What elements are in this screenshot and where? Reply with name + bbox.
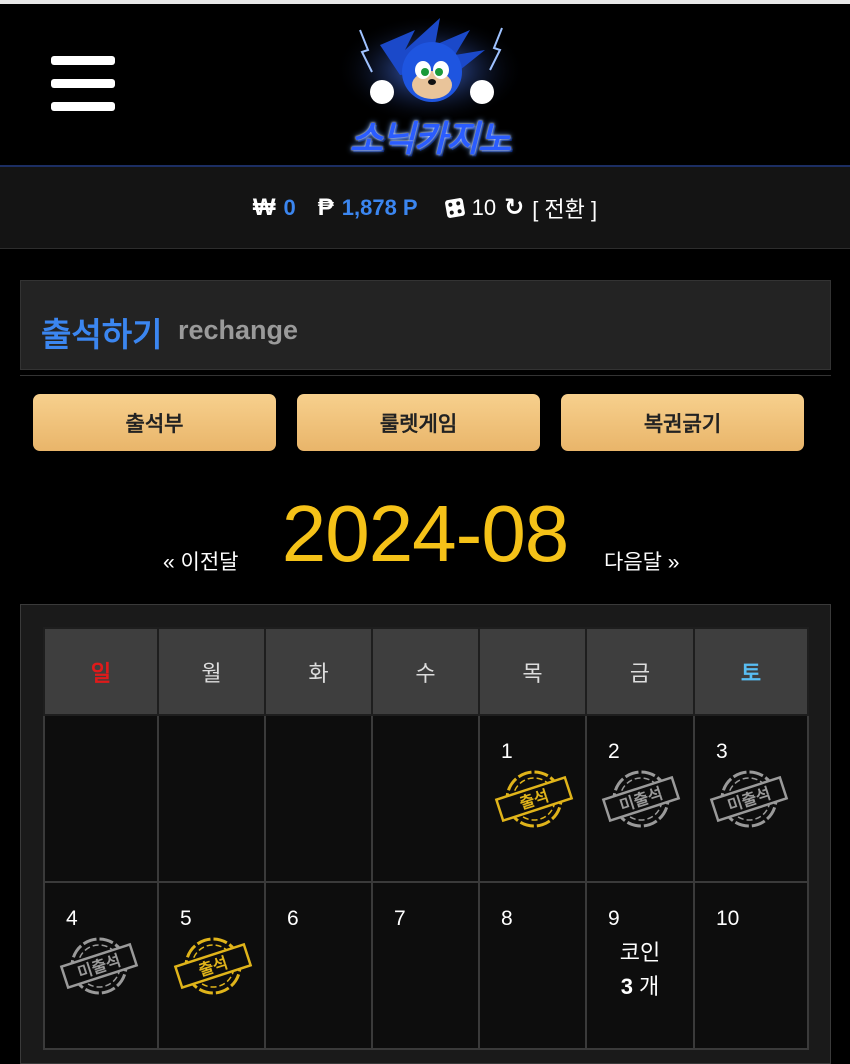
won-balance: 0 <box>283 194 296 220</box>
coin-count-value: 3 <box>620 974 633 999</box>
attended-stamp-icon: 출석 <box>494 770 574 828</box>
weekday-header: 일 <box>43 627 159 716</box>
calendar-day-cell <box>157 714 266 883</box>
weekday-header: 수 <box>371 627 480 716</box>
absent-stamp-icon: 미출석 <box>601 770 681 828</box>
tab-roulette[interactable]: 룰렛게임 <box>297 394 540 451</box>
calendar-day-cell[interactable]: 1 출석 <box>478 714 587 883</box>
calendar-day-cell <box>264 714 373 883</box>
header: 소닉카지노 <box>0 0 850 167</box>
section-header: 출석하기 rechange <box>20 280 831 370</box>
next-month-link[interactable]: 다음달 » <box>604 546 679 576</box>
day-number: 4 <box>66 907 78 930</box>
coin-reward-count: 3 개 <box>587 969 693 1001</box>
day-number: 3 <box>716 740 728 763</box>
calendar-week-row: 4 미출석 5 출석 6 7 8 9 코인 3 개 10 <box>43 881 809 1050</box>
calendar-day-cell <box>43 714 159 883</box>
tab-attendance[interactable]: 출석부 <box>33 394 276 451</box>
calendar-day-cell[interactable]: 7 <box>371 881 480 1050</box>
day-number: 1 <box>501 740 513 763</box>
balance-bar: ₩ 0 ₱ 1,878 P 10 ↻ [ 전환 ] <box>0 167 850 249</box>
convert-button[interactable]: [ 전환 ] <box>532 192 597 224</box>
calendar-day-cell[interactable]: 9 코인 3 개 <box>585 881 695 1050</box>
sonic-mascot-icon <box>335 15 525 125</box>
month-title: 2024-08 <box>281 489 570 578</box>
day-number: 5 <box>180 907 192 930</box>
absent-stamp-icon: 미출석 <box>709 770 789 828</box>
top-strip <box>0 0 850 4</box>
day-number: 9 <box>608 907 620 930</box>
logo[interactable]: 소닉카지노 <box>320 10 540 160</box>
calendar-day-cell[interactable]: 2 미출석 <box>585 714 695 883</box>
weekday-header-row: 일월화수목금토 <box>43 627 809 716</box>
calendar-week-row: 1 출석 2 미출석 3 미출석 <box>43 714 809 883</box>
calendar-day-cell[interactable]: 8 <box>478 881 587 1050</box>
weekday-header: 금 <box>585 627 695 716</box>
absent-stamp-icon: 미출석 <box>59 937 139 995</box>
calendar-day-cell[interactable]: 3 미출석 <box>693 714 809 883</box>
chip-balance: 10 <box>471 194 497 220</box>
attendance-calendar: 일월화수목금토 1 출석 2 미출석 3 미출석 4 미출석 5 출석 6 7 8 9 코인 3 개 10 <box>43 627 809 1050</box>
calendar-day-cell[interactable]: 5 출석 <box>157 881 266 1050</box>
calendar-day-cell[interactable]: 4 미출석 <box>43 881 159 1050</box>
calendar-day-cell <box>371 714 480 883</box>
day-number: 6 <box>287 907 299 930</box>
coin-reward-label: 코인 <box>619 940 661 965</box>
point-balance: 1,878 P <box>341 194 418 220</box>
refresh-icon[interactable]: ↻ <box>504 193 524 222</box>
weekday-header: 화 <box>264 627 373 716</box>
weekday-header: 목 <box>478 627 587 716</box>
day-number: 7 <box>394 907 406 930</box>
logo-text: 소닉카지노 <box>349 119 512 160</box>
calendar-day-cell[interactable]: 10 <box>693 881 809 1050</box>
weekday-header: 월 <box>157 627 266 716</box>
page-subtitle: rechange <box>178 315 299 345</box>
attended-stamp-icon: 출석 <box>173 937 253 995</box>
page-title: 출석하기 <box>41 316 163 353</box>
won-icon: ₩ <box>252 193 276 221</box>
day-number: 2 <box>608 740 620 763</box>
coin-count-unit: 개 <box>632 974 660 999</box>
tab-lottery[interactable]: 복권긁기 <box>561 394 804 451</box>
weekday-header: 토 <box>693 627 809 716</box>
calendar-day-cell[interactable]: 6 <box>264 881 373 1050</box>
dice-icon <box>444 197 466 218</box>
hamburger-menu-icon[interactable] <box>51 56 115 112</box>
point-icon: ₱ <box>317 193 334 221</box>
prev-month-link[interactable]: « 이전달 <box>163 546 238 576</box>
divider <box>20 375 831 376</box>
day-number: 10 <box>716 907 740 930</box>
day-number: 8 <box>501 907 513 930</box>
